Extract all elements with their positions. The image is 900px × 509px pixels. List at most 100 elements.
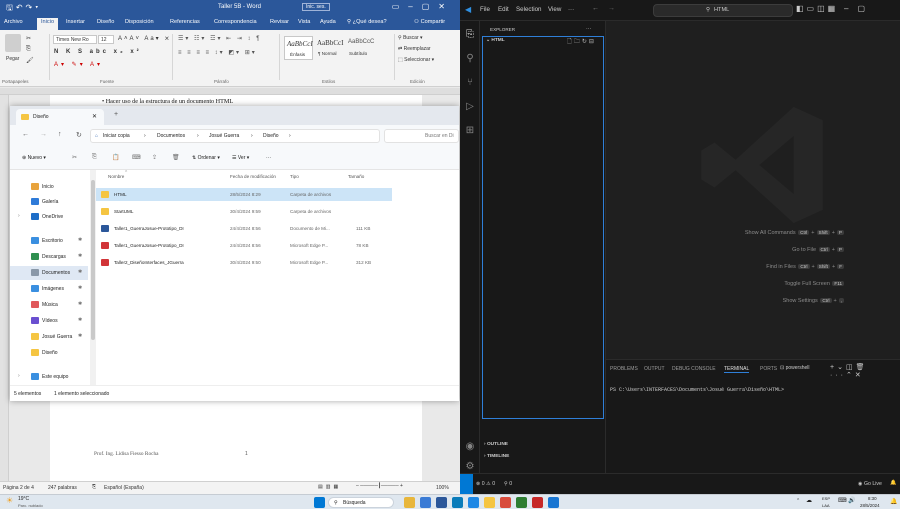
app-icon-store[interactable] [468,497,479,508]
app-icon-app[interactable] [516,497,527,508]
zoom-level[interactable]: 100% [436,485,449,491]
pin-icon[interactable]: ✱ [78,237,82,243]
clock-time[interactable]: 8:30 [868,496,877,501]
clock-date[interactable]: 28/5/2024 [860,503,880,508]
word-window-controls[interactable]: ▭–▢✕ [392,2,454,11]
column-header[interactable]: Nombre [108,174,124,179]
app-icon-widgets[interactable] [404,497,415,508]
language-indicator[interactable]: ESP [822,496,830,501]
outline-section[interactable]: › OUTLINE [484,442,508,447]
panel-tab-ports[interactable]: PORTS [760,366,777,372]
terminal-prompt[interactable]: PS C:\Users\INTERFACES\Documents\Josué G… [610,387,784,393]
word-count[interactable]: 247 palabras [48,485,77,491]
remote-indicator-icon[interactable] [460,474,473,494]
font-name-select[interactable]: Times New Ro [53,35,97,44]
cut-icon[interactable]: ✂ [26,35,31,42]
tab-disposicion[interactable]: Disposición [125,19,154,25]
font-color-icons[interactable]: A▾ ✎▾ A▾ [54,61,103,68]
file-row[interactable]: StartUML 30/4/2024 9:59 Carpeta de archivo… [96,205,392,218]
nav-back-icon[interactable]: ← [592,5,599,12]
rename-icon[interactable]: ⌨ [132,154,141,161]
run-debug-icon[interactable]: ▷ [464,101,476,113]
terminal-action-icons[interactable]: +⌄◫🗑···⌃✕ [830,363,900,379]
network-sound-icons[interactable]: ⌨ 🔊 [838,497,856,504]
paste-icon[interactable]: 📋 [112,154,119,161]
breadcrumb-item[interactable]: Diseño [263,133,279,139]
go-live-button[interactable]: ◉ Go Live [858,481,882,487]
refresh-icon[interactable]: ↻ [76,131,82,139]
pin-icon[interactable]: ✱ [78,285,82,291]
nav-item[interactable]: Inicio [10,180,88,194]
paste-icon[interactable] [5,34,21,52]
font-grow-shrink-icons[interactable]: A˄A˅ Aa▾ ⨯ [118,35,171,42]
nav-item[interactable]: › Este equipo [10,370,88,384]
page-indicator[interactable]: Página 2 de 4 [3,485,34,491]
expand-chevron-icon[interactable]: › [18,373,20,379]
tab-vista[interactable]: Vista [298,19,310,25]
nav-item[interactable]: Diseño [10,346,88,360]
nav-item[interactable]: Descargas ✱ [10,250,88,264]
align-icons[interactable]: ≡ ≡ ≡ ≡ ↕▾ ◩▾ ⊞▾ [178,49,257,56]
pin-icon[interactable]: ✱ [78,317,82,323]
tab-ayuda[interactable]: Ayuda [320,19,336,25]
problems-indicator[interactable]: ⊗ 0 ⚠ 0 [476,481,495,487]
menu-file[interactable]: File [480,6,490,13]
pin-icon[interactable]: ✱ [78,269,82,275]
scroll-thumb[interactable] [91,180,95,340]
new-tab-icon[interactable]: + [114,111,118,118]
account-icon[interactable]: ◉ [464,441,476,453]
menu-view[interactable]: View [548,6,561,13]
tab-diseno[interactable]: Diseño [97,19,114,25]
proofing-icon[interactable]: ⎘ [92,484,96,490]
explorer-more-button[interactable]: ··· [586,26,591,32]
tab-referencias[interactable]: Referencias [170,19,200,25]
view-mode-icons[interactable]: ▤▥▦ [318,484,341,490]
back-icon[interactable]: ← [22,131,29,138]
panel-tab-terminal[interactable]: TERMINAL [724,366,750,373]
expand-chevron-icon[interactable]: › [18,213,20,219]
workspace-folder[interactable]: ⌄ HTML [486,38,505,43]
tab-correspondencia[interactable]: Correspondencia [214,19,257,25]
file-row[interactable]: Taller1_GuerraJosue-Prototipo_DI 24/4/202… [96,239,392,252]
command-center-search[interactable]: ⚲ HTML [653,4,793,17]
app-icon-chrome[interactable] [532,497,543,508]
zoom-slider[interactable]: – ─────┃───── + [356,483,403,489]
copy-icon[interactable]: ⎘ [92,154,97,161]
folder-tree[interactable]: ⌄ HTML 🗋🗀↻⊟ [482,36,604,419]
folder-action-icons[interactable]: 🗋🗀↻⊟ [567,37,596,47]
tray-app-icon[interactable]: ☁ [806,497,812,504]
close-tab-icon[interactable]: ✕ [92,113,97,120]
tray-arrow-icon[interactable]: ⌃ [796,498,800,504]
taskbar-search[interactable]: ⚲ Búsqueda [328,497,394,508]
copy-icon[interactable]: ⎘ [26,46,31,53]
view-button[interactable]: ☰ Ver ▾ [232,155,249,161]
weather-temp[interactable]: 19°C [18,496,29,502]
app-icon-word[interactable] [436,497,447,508]
file-row[interactable]: Taller1_GuerraJosue-Prototipo_DI 24/4/202… [96,222,392,235]
nav-item[interactable]: Vídeos ✱ [10,314,88,328]
language-indicator[interactable]: Español (España) [104,485,144,491]
file-row[interactable]: Taller2_DiseñoInterfaces_JGuerra 30/4/202… [96,256,392,269]
nav-forward-icon[interactable]: → [608,5,615,12]
font-size-select[interactable]: 12 [98,35,114,44]
style-normal[interactable]: AaBbCcI ¶ Normal [315,36,344,60]
select-button[interactable]: ⬚ Seleccionar ▾ [398,57,434,63]
app-icon-edge[interactable] [452,497,463,508]
panel-tab-debug-console[interactable]: DEBUG CONSOLE [672,366,716,372]
paste-label[interactable]: Pegar [6,56,19,62]
delete-icon[interactable]: 🗑 [172,154,180,161]
list-icons[interactable]: ☰▾ ☷▾ ☲▾ ⇤ ⇥ ↕ ¶ [178,35,261,42]
tab-insertar[interactable]: Insertar [66,19,85,25]
timeline-section[interactable]: › TIMELINE [484,454,509,459]
nav-item[interactable]: Galería [10,195,88,209]
app-icon-office[interactable] [500,497,511,508]
find-button[interactable]: ⚲ Buscar ▾ [398,35,423,41]
editor-area[interactable]: Show All Commands Ctrl + Shift + P Go to File… [606,21,900,359]
breadcrumb-item[interactable]: Josué Guerra [209,133,239,139]
extensions-icon[interactable]: ⊞ [464,125,476,137]
nav-item[interactable]: Música ✱ [10,298,88,312]
search-icon[interactable]: ⚲ [464,53,476,65]
style-enfasis[interactable]: AaBbCcI Énfasis [284,36,313,60]
ports-indicator[interactable]: ⚲ 0 [504,481,512,487]
column-header[interactable]: Fecha de modificación [230,174,276,179]
